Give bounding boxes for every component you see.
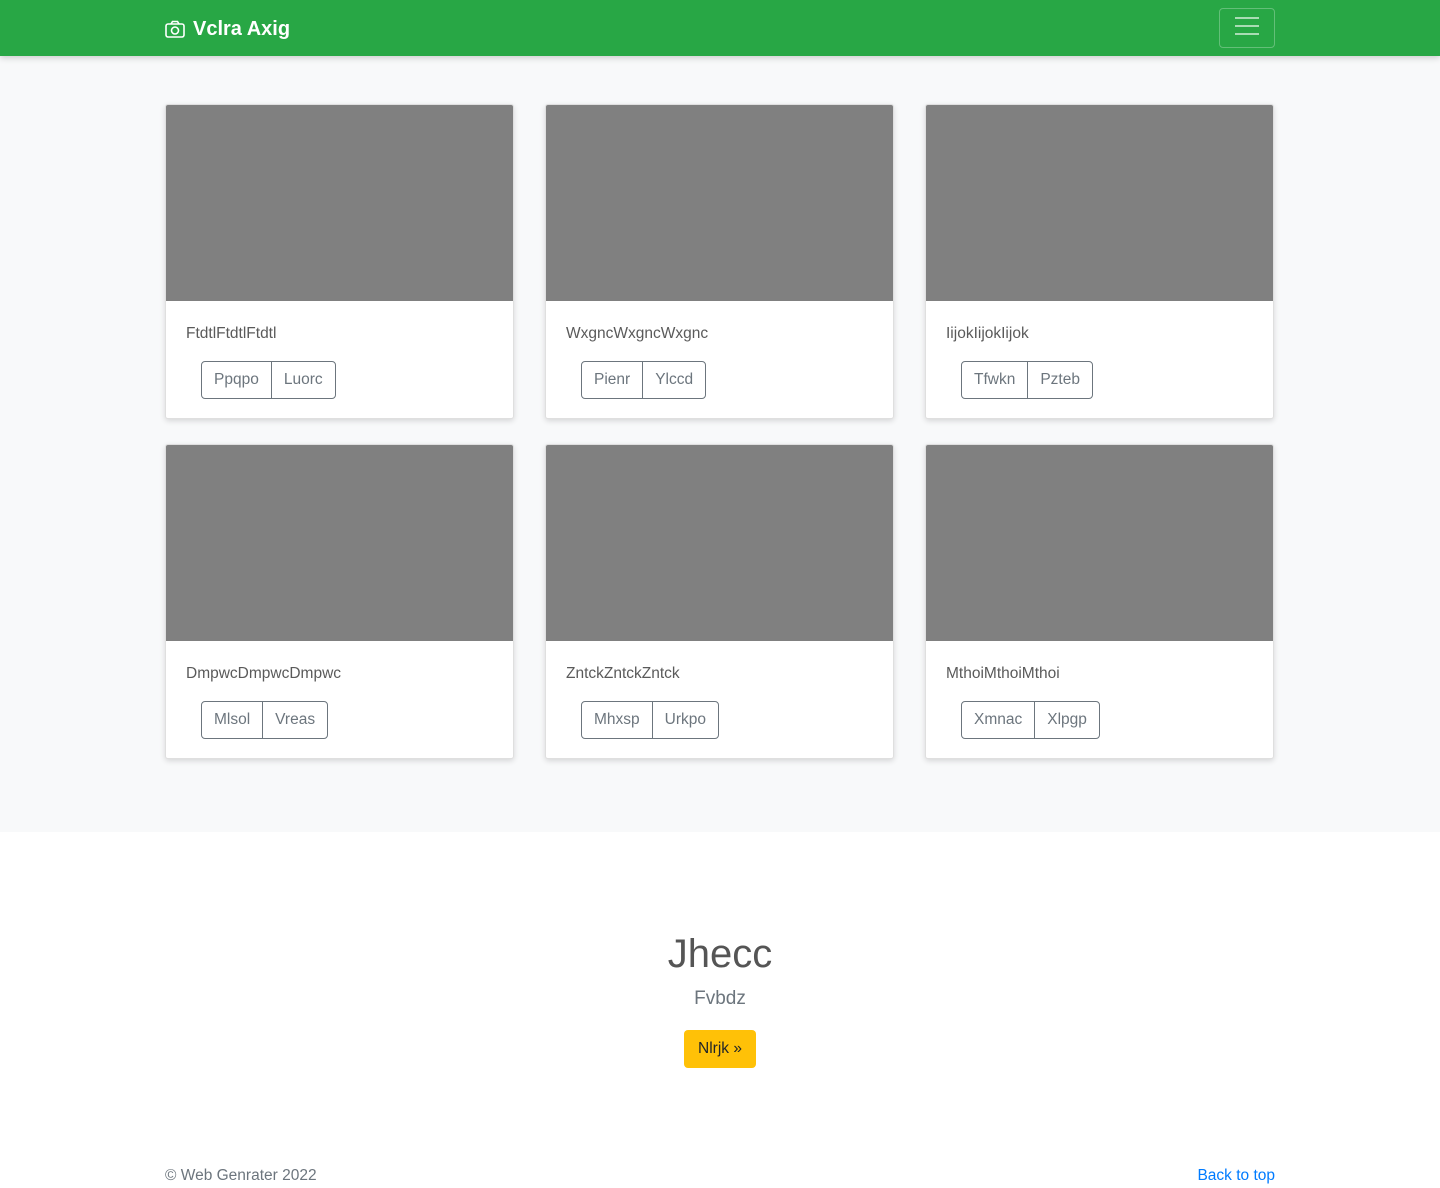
card-thumbnail xyxy=(546,105,893,301)
hamburger-icon xyxy=(1234,15,1260,42)
card-button-group: Mlsol Vreas xyxy=(201,701,329,739)
brand-label: Vclra Axig xyxy=(193,17,291,40)
card-view-button[interactable]: Pienr xyxy=(581,361,644,399)
card-thumbnail xyxy=(926,445,1273,641)
card-thumbnail xyxy=(166,445,513,641)
card-text: IijokIijokIijok xyxy=(946,325,1029,342)
card-text: ZntckZntckZntck xyxy=(566,665,680,682)
card-button-group: Pienr Ylccd xyxy=(581,361,707,399)
album-card: MthoiMthoiMthoi Xmnac Xlpgp xyxy=(925,444,1274,759)
card-text: DmpwcDmpwcDmpwc xyxy=(186,665,342,682)
card-edit-button[interactable]: Pzteb xyxy=(1027,361,1093,399)
hero-title: Jhecc xyxy=(667,932,773,976)
card-button-group: Ppqpo Luorc xyxy=(201,361,336,399)
album-section: FtdtlFtdtlFtdtl Ppqpo Luorc WxgncWxgncWx… xyxy=(0,56,1440,832)
album-card: DmpwcDmpwcDmpwc Mlsol Vreas xyxy=(165,444,514,759)
card-text: MthoiMthoiMthoi xyxy=(946,665,1060,682)
card-edit-button[interactable]: Ylccd xyxy=(642,361,707,399)
card-edit-button[interactable]: Luorc xyxy=(270,361,336,399)
album-card: ZntckZntckZntck Mhxsp Urkpo xyxy=(545,444,894,759)
navbar: Vclra Axig xyxy=(0,0,1440,56)
card-text: FtdtlFtdtlFtdtl xyxy=(186,325,277,342)
card-view-button[interactable]: Mlsol xyxy=(201,701,264,739)
card-button-group: Xmnac Xlpgp xyxy=(961,701,1100,739)
album-card: WxgncWxgncWxgnc Pienr Ylccd xyxy=(545,104,894,419)
card-edit-button[interactable]: Xlpgp xyxy=(1034,701,1100,739)
card-view-button[interactable]: Tfwkn xyxy=(961,361,1029,399)
card-button-group: Tfwkn Pzteb xyxy=(961,361,1093,399)
card-edit-button[interactable]: Urkpo xyxy=(651,701,720,739)
footer-copyright: © Web Genrater 2022 xyxy=(165,1167,317,1184)
card-view-button[interactable]: Xmnac xyxy=(961,701,1036,739)
navbar-toggler-button[interactable] xyxy=(1219,8,1275,48)
hero-subtitle: Fvbdz xyxy=(694,988,746,1009)
album-card: FtdtlFtdtlFtdtl Ppqpo Luorc xyxy=(165,104,514,419)
card-thumbnail xyxy=(546,445,893,641)
camera-icon xyxy=(165,20,185,38)
card-edit-button[interactable]: Vreas xyxy=(262,701,329,739)
album-card: IijokIijokIijok Tfwkn Pzteb xyxy=(925,104,1274,419)
navbar-brand[interactable]: Vclra Axig xyxy=(165,16,290,42)
hero-cta-button[interactable]: Nlrjk » xyxy=(684,1030,756,1068)
card-view-button[interactable]: Mhxsp xyxy=(581,701,653,739)
card-button-group: Mhxsp Urkpo xyxy=(581,701,720,739)
back-to-top-link[interactable]: Back to top xyxy=(1197,1167,1275,1185)
card-thumbnail xyxy=(166,105,513,301)
card-thumbnail xyxy=(926,105,1273,301)
card-view-button[interactable]: Ppqpo xyxy=(201,361,272,399)
card-text: WxgncWxgncWxgnc xyxy=(566,325,709,342)
